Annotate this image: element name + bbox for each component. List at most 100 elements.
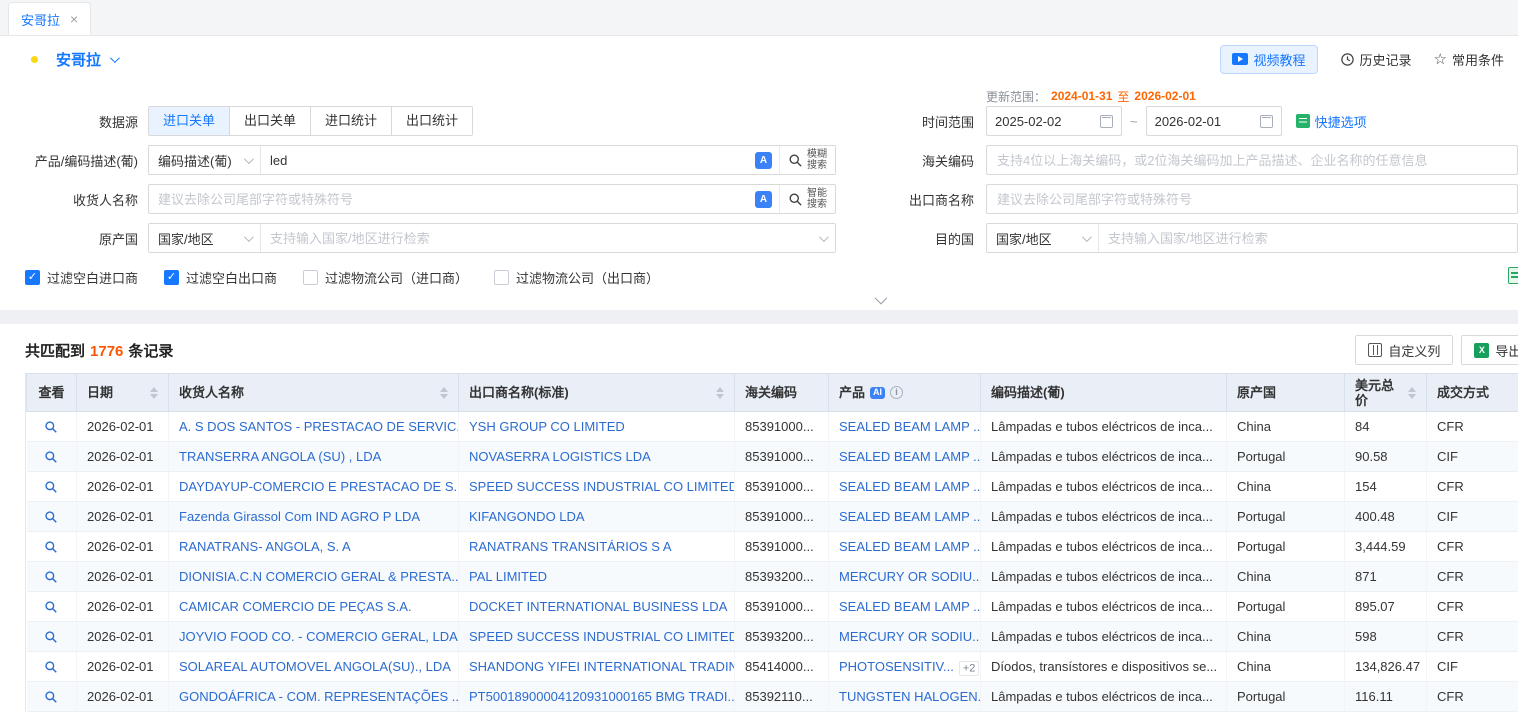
exporter-link[interactable]: SPEED SUCCESS INDUSTRIAL CO LIMITED [469, 479, 735, 494]
view-row-button[interactable] [44, 660, 58, 674]
consignee-link[interactable]: JOYVIO FOOD CO. - COMERCIO GERAL, LDA [179, 629, 458, 644]
tab-export-statistics[interactable]: 出口统计 [392, 107, 472, 135]
cell-origin: China [1227, 472, 1345, 502]
cell-incoterm: CIF [1427, 652, 1518, 682]
product-link[interactable]: SEALED BEAM LAMP ... [839, 419, 981, 434]
fuzzy-search-button[interactable]: 模糊 搜索 [779, 146, 835, 174]
cell-price: 598 [1345, 622, 1427, 652]
destination-country-row: 目的国 国家/地区 [856, 223, 1518, 253]
video-tutorial-button[interactable]: 视频教程 [1220, 45, 1318, 74]
consignee-link[interactable]: Fazenda Girassol Com IND AGRO P LDA [179, 509, 420, 524]
exporter-link[interactable]: YSH GROUP CO LIMITED [469, 419, 625, 434]
translate-icon[interactable]: A [755, 152, 772, 169]
table-row: 2026-02-01 CAMICAR COMERCIO DE PEÇAS S.A… [27, 592, 1518, 622]
close-icon[interactable]: × [70, 11, 78, 27]
consignee-link[interactable]: TRANSERRA ANGOLA (SU) , LDA [179, 449, 381, 464]
tab-import-declarations[interactable]: 进口关单 [149, 107, 230, 135]
sort-date-button[interactable] [150, 387, 158, 399]
exporter-link[interactable]: RANATRANS TRANSITÁRIOS S A [469, 539, 672, 554]
exporter-link[interactable]: KIFANGONDO LDA [469, 509, 585, 524]
exporter-link[interactable]: SPEED SUCCESS INDUSTRIAL CO LIMITED [469, 629, 735, 644]
saved-condition-button-partial[interactable] [1508, 267, 1518, 284]
exporter-link[interactable]: PAL LIMITED [469, 569, 547, 584]
history-button[interactable]: 历史记录 [1340, 50, 1412, 69]
table-row: 2026-02-01 SOLAREAL AUTOMOVEL ANGOLA(SU)… [27, 652, 1518, 682]
checkbox-filter-blank-importer[interactable]: ✓ 过滤空白进口商 [25, 268, 138, 287]
view-row-button[interactable] [44, 420, 58, 434]
consignee-input[interactable] [149, 185, 748, 213]
view-row-button[interactable] [44, 600, 58, 614]
view-row-button[interactable] [44, 690, 58, 704]
results-summary: 共匹配到1776条记录 [25, 340, 173, 361]
product-keyword-input[interactable] [261, 146, 748, 174]
product-link[interactable]: SEALED BEAM LAMP ... [839, 509, 981, 524]
product-link[interactable]: TUNGSTEN HALOGEN... [839, 689, 981, 704]
date-to-input[interactable] [1155, 114, 1254, 129]
results-section: 共匹配到1776条记录 自定义列 X 导出Exc 查看 [0, 324, 1518, 712]
sort-price-button[interactable] [1408, 387, 1416, 399]
consignee-link[interactable]: CAMICAR COMERCIO DE PEÇAS S.A. [179, 599, 412, 614]
sort-exporter-button[interactable] [716, 387, 724, 399]
header-price: 美元总价 [1345, 374, 1427, 412]
product-link[interactable]: PHOTOSENSITIV... [839, 659, 954, 674]
exporter-link[interactable]: PT50018900004120931000165 BMG TRADI... [469, 689, 735, 704]
origin-country-label: 原产国 [0, 229, 148, 248]
checkbox-filter-logistics-exporter[interactable]: ✓ 过滤物流公司（出口商） [494, 268, 659, 287]
tab-import-statistics[interactable]: 进口统计 [311, 107, 392, 135]
date-to-field[interactable] [1146, 106, 1282, 136]
table-row: 2026-02-01 Fazenda Girassol Com IND AGRO… [27, 502, 1518, 532]
consignee-link[interactable]: GONDOÁFRICA - COM. REPRESENTAÇÕES ... [179, 689, 459, 704]
excel-icon: X [1474, 343, 1489, 358]
product-link[interactable]: MERCURY OR SODIU... [839, 629, 981, 644]
origin-country-input[interactable] [261, 224, 810, 252]
exporter-link[interactable]: SHANDONG YIFEI INTERNATIONAL TRADIN... [469, 659, 735, 674]
exporter-link[interactable]: NOVASERRA LOGISTICS LDA [469, 449, 651, 464]
date-from-input[interactable] [995, 114, 1094, 129]
cell-hs-code: 85391000... [735, 412, 829, 442]
view-row-button[interactable] [44, 570, 58, 584]
consignee-link[interactable]: DIONISIA.C.N COMERCIO GERAL & PRESTA... [179, 569, 459, 584]
product-link[interactable]: MERCURY OR SODIU... [839, 569, 981, 584]
exporter-link[interactable]: DOCKET INTERNATIONAL BUSINESS LDA [469, 599, 727, 614]
product-extra-badge[interactable]: +2 [959, 661, 980, 676]
view-row-button[interactable] [44, 450, 58, 464]
consignee-link[interactable]: SOLAREAL AUTOMOVEL ANGOLA(SU)., LDA [179, 659, 451, 674]
smart-search-button[interactable]: 智能 搜索 [779, 185, 835, 213]
consignee-link[interactable]: RANATRANS- ANGOLA, S. A [179, 539, 351, 554]
tab-export-declarations[interactable]: 出口关单 [230, 107, 311, 135]
product-link[interactable]: SEALED BEAM LAMP ... [839, 539, 981, 554]
consignee-link[interactable]: DAYDAYUP-COMERCIO E PRESTACAO DE S... [179, 479, 459, 494]
origin-country-select[interactable]: 国家/地区 [149, 224, 261, 252]
product-link[interactable]: SEALED BEAM LAMP ... [839, 599, 981, 614]
translate-icon[interactable]: A [755, 191, 772, 208]
export-excel-button[interactable]: X 导出Exc [1461, 335, 1518, 365]
view-row-button[interactable] [44, 510, 58, 524]
consignee-link[interactable]: A. S DOS SANTOS - PRESTACAO DE SERVIC... [179, 419, 459, 434]
date-from-field[interactable] [986, 106, 1122, 136]
sort-consignee-button[interactable] [440, 387, 448, 399]
cell-description: Lâmpadas e tubos eléctricos de inca... [981, 622, 1227, 652]
checkbox-filter-logistics-importer[interactable]: ✓ 过滤物流公司（进口商） [303, 268, 468, 287]
product-link[interactable]: SEALED BEAM LAMP ... [839, 479, 981, 494]
quick-options-link[interactable]: 快捷选项 [1296, 112, 1367, 131]
info-icon[interactable]: i [890, 386, 903, 399]
collapse-filters-button[interactable] [0, 292, 1518, 310]
country-selector[interactable]: 安哥拉 [22, 49, 117, 70]
video-icon [1232, 53, 1248, 65]
update-range: 更新范围： 2024-01-31 至 2026-02-01 [986, 86, 1518, 106]
checkbox-icon: ✓ [164, 270, 179, 285]
product-field-select[interactable]: 编码描述(葡) [149, 146, 261, 174]
favorites-button[interactable]: ☆ 常用条件 [1434, 50, 1504, 69]
view-row-button[interactable] [44, 630, 58, 644]
hs-code-input[interactable] [986, 145, 1518, 175]
exporter-input[interactable] [986, 184, 1518, 214]
destination-country-input[interactable] [1099, 224, 1517, 252]
view-row-button[interactable] [44, 540, 58, 554]
destination-country-select[interactable]: 国家/地区 [987, 224, 1099, 252]
checkbox-filter-blank-exporter[interactable]: ✓ 过滤空白出口商 [164, 268, 277, 287]
tab-angola[interactable]: 安哥拉 × [8, 2, 91, 35]
custom-columns-button[interactable]: 自定义列 [1355, 335, 1453, 365]
product-link[interactable]: SEALED BEAM LAMP ... [839, 449, 981, 464]
view-row-button[interactable] [44, 480, 58, 494]
header-origin: 原产国 [1227, 374, 1345, 412]
